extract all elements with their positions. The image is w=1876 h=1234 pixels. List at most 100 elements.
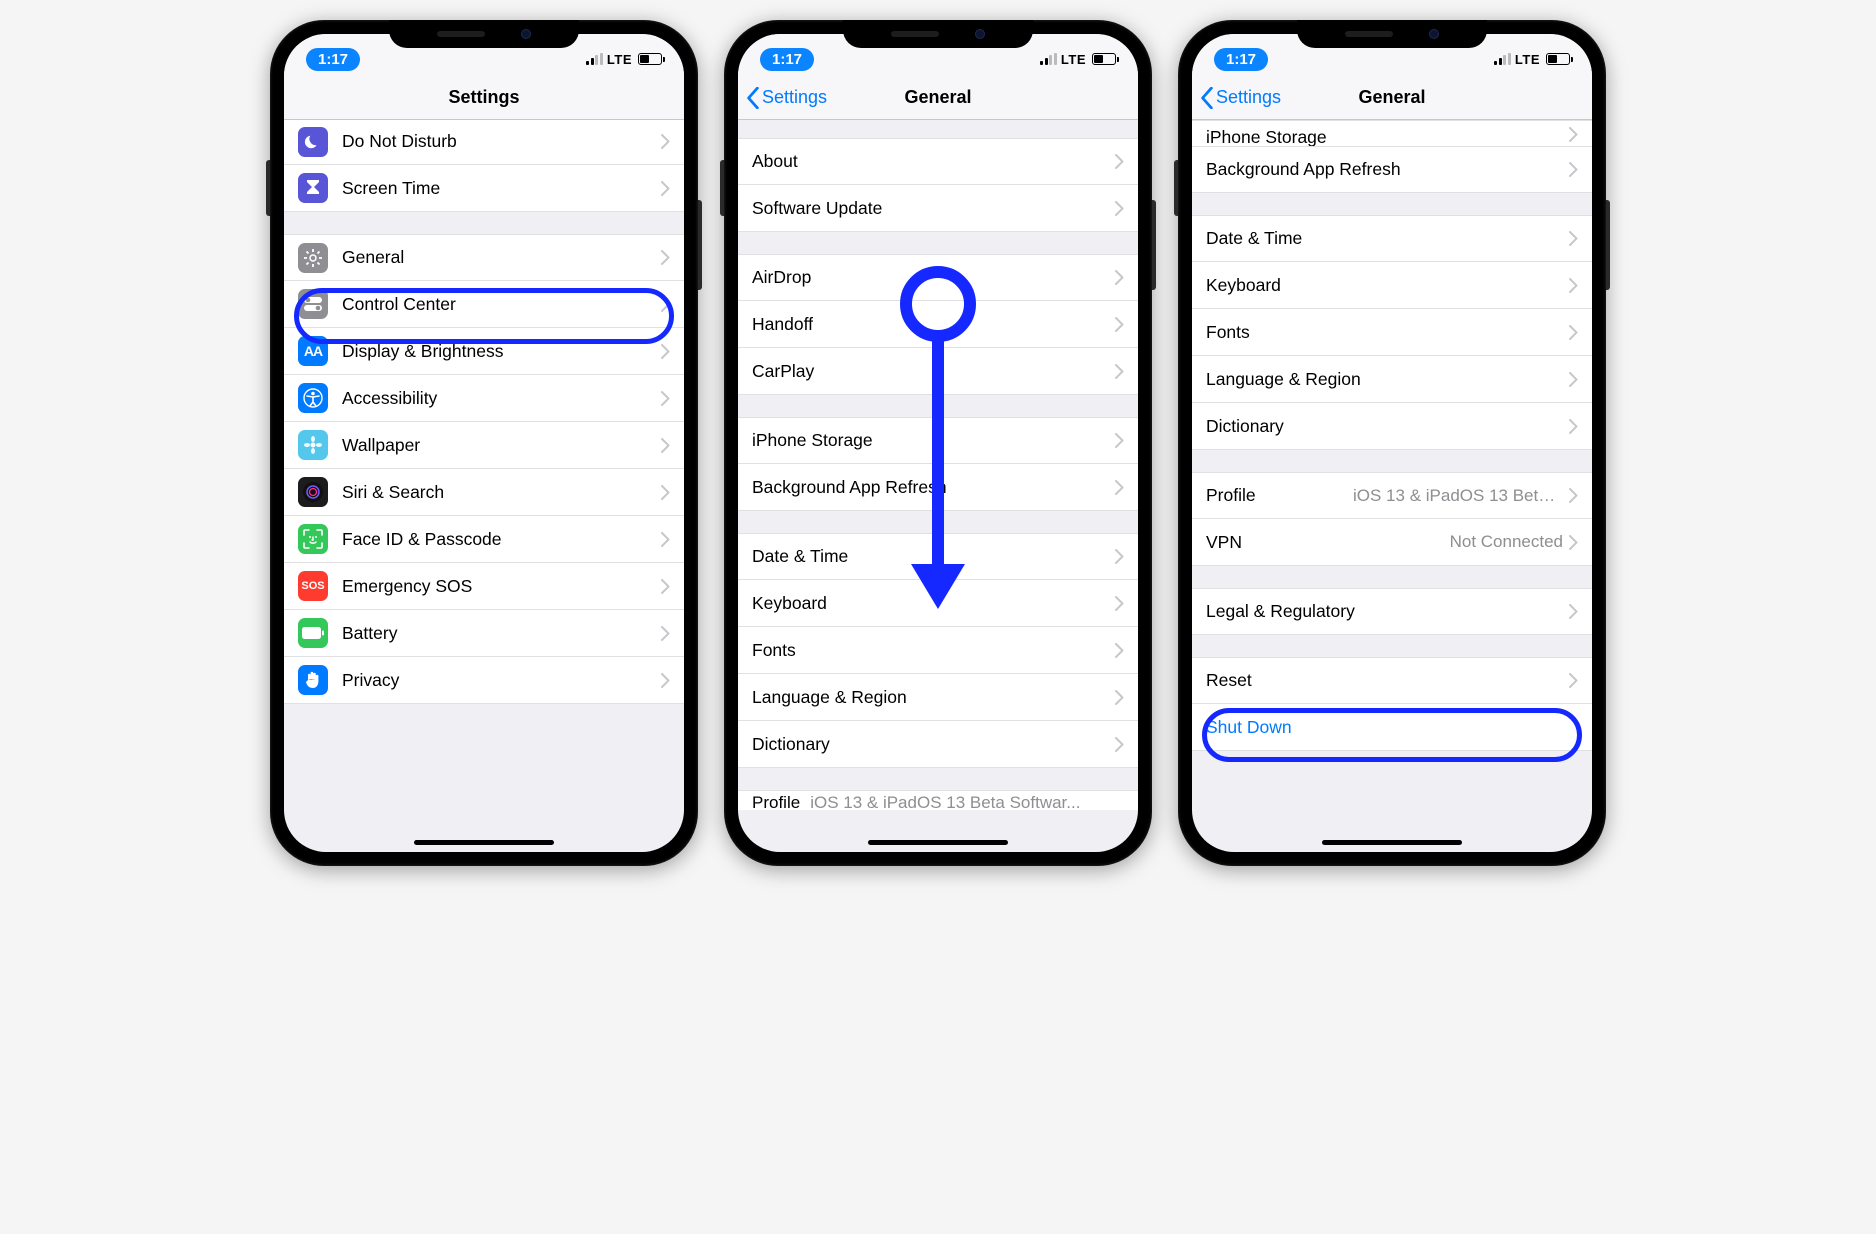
row-label: Date & Time [1206, 228, 1569, 249]
screen-settings-root: 1:17 LTE Settings Do Not DisturbScreen T… [284, 34, 684, 852]
nav-title: General [1358, 87, 1425, 108]
SOS-icon: SOS [298, 571, 328, 601]
chevron-right-icon [1569, 535, 1578, 550]
nav-bar: Settings [284, 76, 684, 120]
row-handoff[interactable]: Handoff [738, 301, 1138, 348]
chevron-right-icon [1115, 549, 1124, 564]
row-legal-regulatory[interactable]: Legal & Regulatory [1192, 588, 1592, 635]
screen-general-top: 1:17 LTE Settings General About Software … [738, 34, 1138, 852]
chevron-right-icon [1569, 488, 1578, 503]
row-fonts[interactable]: Fonts [1192, 309, 1592, 356]
row-about[interactable]: About [738, 138, 1138, 185]
row-face-id-passcode[interactable]: Face ID & Passcode [284, 516, 684, 563]
row-profile[interactable]: ProfileiOS 13 & iPadOS 13 Beta Softwar..… [1192, 472, 1592, 519]
row-detail: iOS 13 & iPadOS 13 Beta Softwar... [1353, 486, 1563, 506]
home-indicator[interactable] [1322, 840, 1462, 845]
row-do-not-disturb[interactable]: Do Not Disturb [284, 120, 684, 165]
row-label: Dictionary [752, 734, 1115, 755]
row-background-app-refresh[interactable]: Background App Refresh [738, 464, 1138, 511]
chevron-right-icon [1569, 419, 1578, 434]
row-wallpaper[interactable]: Wallpaper [284, 422, 684, 469]
general-list-scrolled[interactable]: iPhone StorageBackground App Refresh Date… [1192, 120, 1592, 852]
row-date-time[interactable]: Date & Time [738, 533, 1138, 580]
chevron-right-icon [1569, 325, 1578, 340]
accessibility-icon [298, 383, 328, 413]
row-label: Screen Time [342, 178, 661, 199]
nav-bar: Settings General [1192, 76, 1592, 120]
row-label: About [752, 151, 1115, 172]
cell-signal-icon [1494, 53, 1511, 65]
row-label: Keyboard [1206, 275, 1569, 296]
network-label: LTE [1061, 52, 1086, 67]
battery-icon [638, 53, 662, 65]
row-keyboard[interactable]: Keyboard [1192, 262, 1592, 309]
row-keyboard[interactable]: Keyboard [738, 580, 1138, 627]
chevron-right-icon [661, 485, 670, 500]
chevron-right-icon [661, 626, 670, 641]
row-vpn[interactable]: VPNNot Connected [1192, 519, 1592, 566]
home-indicator[interactable] [414, 840, 554, 845]
row-accessibility[interactable]: Accessibility [284, 375, 684, 422]
row-label: Fonts [1206, 322, 1569, 343]
row-shut-down[interactable]: Shut Down [1192, 704, 1592, 751]
chevron-right-icon [1115, 690, 1124, 705]
chevron-right-icon [1115, 480, 1124, 495]
row-language-region[interactable]: Language & Region [738, 674, 1138, 721]
row-label: Legal & Regulatory [1206, 601, 1569, 622]
row-emergency-sos[interactable]: SOS Emergency SOS [284, 563, 684, 610]
row-iphone-storage[interactable]: iPhone Storage [738, 417, 1138, 464]
row-label: Accessibility [342, 388, 661, 409]
row-label: CarPlay [752, 361, 1115, 382]
chevron-right-icon [1569, 673, 1578, 688]
row-display-brightness[interactable]: AADisplay & Brightness [284, 328, 684, 375]
nav-back-button[interactable]: Settings [1200, 76, 1281, 119]
chevron-right-icon [1115, 364, 1124, 379]
row-general[interactable]: General [284, 234, 684, 281]
row-label: Emergency SOS [342, 576, 661, 597]
home-indicator[interactable] [868, 840, 1008, 845]
row-siri-search[interactable]: Siri & Search [284, 469, 684, 516]
row-fonts[interactable]: Fonts [738, 627, 1138, 674]
row-reset[interactable]: Reset [1192, 657, 1592, 704]
row-airdrop[interactable]: AirDrop [738, 254, 1138, 301]
chevron-right-icon [661, 438, 670, 453]
row-label: Reset [1206, 670, 1569, 691]
row-label: Language & Region [752, 687, 1115, 708]
row-carplay[interactable]: CarPlay [738, 348, 1138, 395]
chevron-right-icon [661, 250, 670, 265]
siri-icon [298, 477, 328, 507]
chevron-right-icon [1115, 643, 1124, 658]
row-control-center[interactable]: Control Center [284, 281, 684, 328]
row-label: iPhone Storage [1206, 127, 1327, 147]
status-time-pill: 1:17 [1214, 48, 1268, 71]
row-background-app-refresh[interactable]: Background App Refresh [1192, 146, 1592, 193]
row-privacy[interactable]: Privacy [284, 657, 684, 704]
row-software-update[interactable]: Software Update [738, 185, 1138, 232]
row-label: Wallpaper [342, 435, 661, 456]
row-profile-peek[interactable]: ProfileiOS 13 & iPadOS 13 Beta Softwar..… [738, 790, 1138, 810]
chevron-right-icon [1569, 162, 1578, 177]
nav-title: General [904, 87, 971, 108]
chevron-right-icon [1115, 596, 1124, 611]
row-partial-top[interactable]: iPhone Storage [1192, 120, 1592, 146]
row-language-region[interactable]: Language & Region [1192, 356, 1592, 403]
row-label: Language & Region [1206, 369, 1569, 390]
row-date-time[interactable]: Date & Time [1192, 215, 1592, 262]
screen-general-bottom: 1:17 LTE Settings General iPhone Storage… [1192, 34, 1592, 852]
row-screen-time[interactable]: Screen Time [284, 165, 684, 212]
status-time-pill: 1:17 [760, 48, 814, 71]
general-list[interactable]: About Software Update AirDropHandoff CarPla… [738, 120, 1138, 852]
row-label: Do Not Disturb [342, 131, 661, 152]
row-label: Fonts [752, 640, 1115, 661]
chevron-right-icon [1569, 127, 1578, 142]
row-label: Dictionary [1206, 416, 1569, 437]
battery-icon [1546, 53, 1570, 65]
chevron-right-icon [1115, 433, 1124, 448]
row-label: Date & Time [752, 546, 1115, 567]
row-dictionary[interactable]: Dictionary [1192, 403, 1592, 450]
nav-back-button[interactable]: Settings [746, 76, 827, 119]
row-label: General [342, 247, 661, 268]
row-battery[interactable]: Battery [284, 610, 684, 657]
settings-list[interactable]: Do Not Disturb Screen Time General Control … [284, 120, 684, 852]
row-dictionary[interactable]: Dictionary [738, 721, 1138, 768]
